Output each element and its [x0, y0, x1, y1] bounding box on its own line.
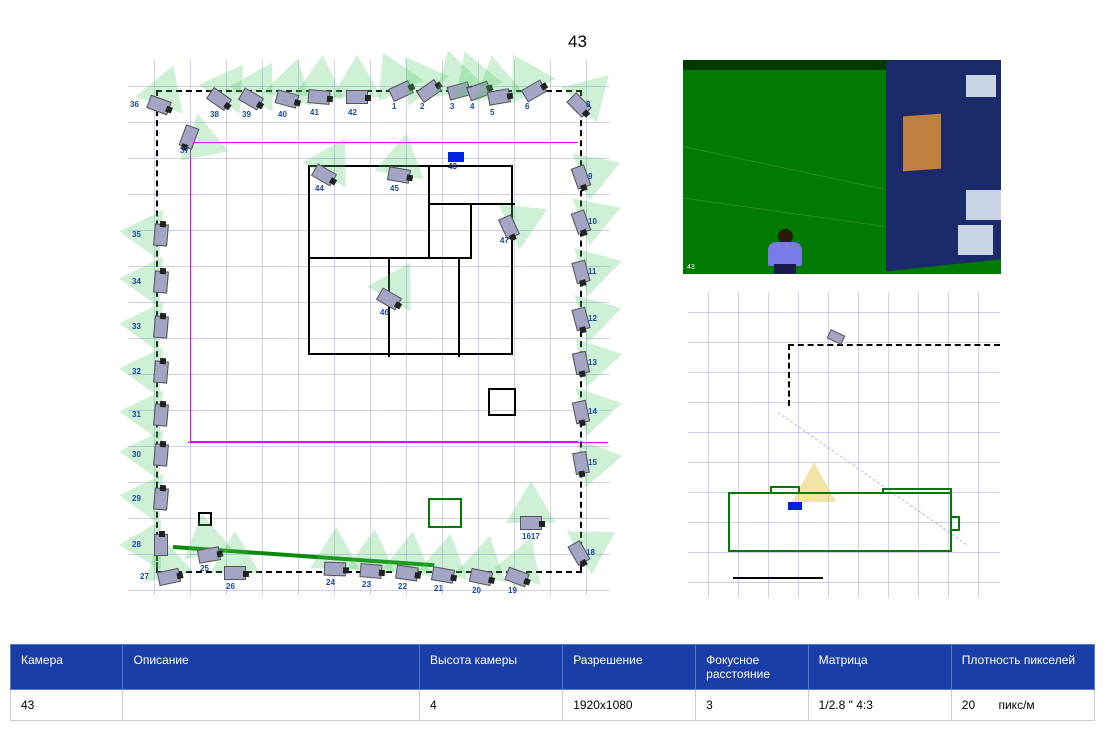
page-title: 43 [568, 32, 587, 52]
camera-label: 35 [132, 230, 141, 239]
camera-icon[interactable] [346, 90, 368, 104]
camera-label: 39 [242, 110, 251, 119]
camera-label: 20 [472, 586, 481, 595]
camera-label: 21 [434, 584, 443, 593]
th-resolution[interactable]: Разрешение [563, 645, 696, 690]
structure-small-3 [198, 512, 212, 526]
camera-label: 22 [398, 582, 407, 591]
building-outline [308, 165, 513, 355]
camera-properties-table: Камера Описание Высота камеры Разрешение… [10, 644, 1095, 721]
preview-person [763, 229, 809, 274]
cell-camera: 43 [11, 690, 123, 721]
preview-camera-badge: 43 [687, 264, 695, 271]
zoom-fence-h [788, 344, 1000, 346]
site-plan-view[interactable]: 3637383940414212345689101112131415161718… [128, 60, 610, 595]
camera-label: 40 [278, 110, 287, 119]
camera-label: 12 [588, 314, 597, 323]
camera-label: 4 [470, 102, 474, 111]
camera-label: 32 [132, 367, 141, 376]
camera-icon[interactable] [520, 516, 542, 530]
cell-height: 4 [420, 690, 563, 721]
th-focal[interactable]: Фокусное расстояние [696, 645, 808, 690]
camera-label: 44 [315, 184, 324, 193]
camera-label: 31 [132, 410, 141, 419]
camera-label: 42 [348, 108, 357, 117]
camera-label: 38 [210, 110, 219, 119]
camera-label: 2 [420, 102, 424, 111]
cell-resolution: 1920x1080 [563, 690, 696, 721]
cell-density: 20 пикс/м [951, 690, 1094, 721]
structure-small-1 [488, 388, 516, 416]
cell-description [123, 690, 420, 721]
camera-label: 6 [525, 102, 529, 111]
selected-camera-label: 43 [448, 162, 457, 171]
camera-icon[interactable] [153, 270, 169, 293]
camera-label: 9 [588, 172, 592, 181]
camera-label: 30 [132, 450, 141, 459]
camera-label: 1617 [522, 532, 540, 541]
camera-label: 14 [588, 407, 597, 416]
selected-camera-marker[interactable] [448, 152, 464, 162]
camera-label: 36 [130, 100, 139, 109]
camera-label: 10 [588, 217, 597, 226]
camera-icon[interactable] [324, 562, 346, 577]
cell-focal: 3 [696, 690, 808, 721]
camera-icon[interactable] [307, 89, 330, 105]
camera-label: 18 [586, 548, 595, 557]
table-row[interactable]: 43 4 1920x1080 3 1/2.8 " 4:3 20 пикс/м [11, 690, 1095, 721]
camera-label: 45 [390, 184, 399, 193]
camera-label: 11 [588, 267, 596, 276]
zoom-building [728, 492, 952, 552]
camera-icon[interactable] [153, 487, 169, 510]
zoom-far-line [733, 577, 823, 579]
camera-icon[interactable] [153, 315, 169, 338]
camera-label: 37 [180, 146, 189, 155]
camera-icon[interactable] [153, 403, 169, 426]
th-description[interactable]: Описание [123, 645, 420, 690]
structure-small-2 [428, 498, 462, 528]
camera-label: 8 [586, 100, 590, 109]
camera-label: 19 [508, 586, 517, 595]
zoom-selected-camera[interactable] [788, 502, 802, 510]
camera-icon[interactable] [359, 563, 382, 579]
camera-label: 1 [392, 102, 396, 111]
camera-icon[interactable] [395, 565, 419, 582]
camera-label: 41 [310, 108, 319, 117]
camera-label: 47 [500, 236, 509, 245]
camera-icon[interactable] [153, 360, 169, 383]
zoom-fence-v [788, 344, 790, 406]
th-density[interactable]: Плотность пикселей [951, 645, 1094, 690]
camera-3d-preview[interactable]: 43 [683, 60, 1001, 274]
camera-label: 27 [140, 572, 149, 581]
camera-label: 29 [132, 494, 141, 503]
camera-label: 34 [132, 277, 141, 286]
camera-icon[interactable] [154, 534, 168, 556]
cell-sensor: 1/2.8 " 4:3 [808, 690, 951, 721]
camera-label: 28 [132, 540, 141, 549]
camera-label: 23 [362, 580, 371, 589]
camera-icon[interactable] [153, 223, 169, 246]
camera-label: 24 [326, 578, 335, 587]
camera-2d-zoom[interactable] [688, 292, 1000, 598]
camera-icon[interactable] [224, 566, 246, 580]
th-camera[interactable]: Камера [11, 645, 123, 690]
camera-label: 26 [226, 582, 235, 591]
camera-label: 15 [588, 458, 597, 467]
camera-label: 33 [132, 322, 141, 331]
camera-label: 46 [380, 308, 389, 317]
camera-label: 25 [200, 564, 209, 573]
camera-label: 3 [450, 102, 454, 111]
camera-label: 5 [490, 108, 494, 117]
th-height[interactable]: Высота камеры [420, 645, 563, 690]
camera-label: 13 [588, 358, 597, 367]
camera-icon[interactable] [153, 443, 169, 466]
th-sensor[interactable]: Матрица [808, 645, 951, 690]
preview-door [903, 114, 941, 172]
